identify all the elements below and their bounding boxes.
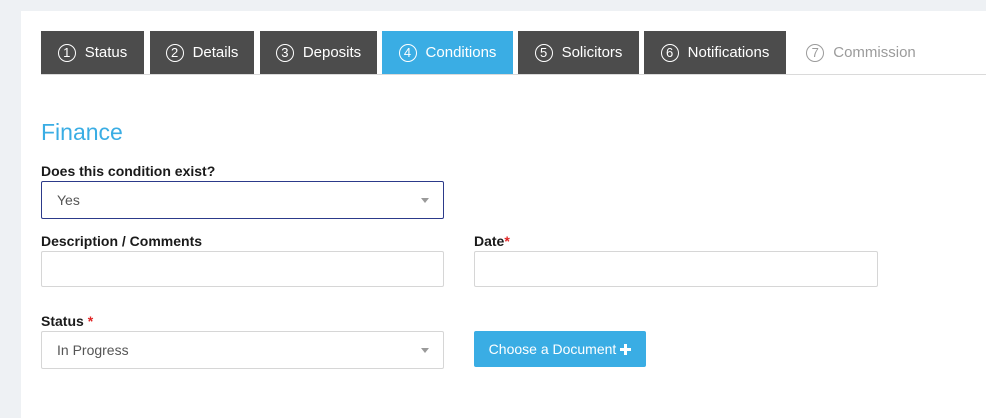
choose-document-button[interactable]: Choose a Document bbox=[474, 331, 646, 367]
tab-commission[interactable]: 7 Commission bbox=[791, 31, 931, 74]
tab-notifications[interactable]: 6 Notifications bbox=[644, 31, 786, 74]
status-label-text: Status bbox=[41, 313, 84, 329]
condition-exists-label: Does this condition exist? bbox=[41, 163, 215, 179]
condition-exists-label-text: Does this condition exist? bbox=[41, 163, 216, 179]
step-tabs: 1 Status 2 Details 3 Deposits 4 Conditio… bbox=[41, 31, 986, 75]
tab-label: Solicitors bbox=[561, 44, 623, 61]
chevron-down-icon bbox=[421, 348, 429, 353]
tab-conditions[interactable]: 4 Conditions bbox=[382, 31, 513, 74]
description-input[interactable] bbox=[41, 251, 444, 287]
status-select[interactable]: In Progress bbox=[41, 331, 444, 369]
step-number-icon: 7 bbox=[806, 43, 825, 62]
tab-label: Details bbox=[192, 44, 239, 61]
choose-document-label: Choose a Document bbox=[488, 341, 617, 357]
status-value: In Progress bbox=[57, 342, 129, 358]
step-number-icon: 2 bbox=[165, 43, 184, 62]
tab-deposits[interactable]: 3 Deposits bbox=[260, 31, 377, 74]
required-marker: * bbox=[87, 313, 94, 329]
condition-exists-select[interactable]: Yes bbox=[41, 181, 444, 219]
tab-label: Notifications bbox=[687, 44, 770, 61]
tab-label: Conditions bbox=[425, 44, 497, 61]
step-number-icon: 5 bbox=[534, 43, 553, 62]
date-label: Date* bbox=[474, 233, 510, 249]
tab-status[interactable]: 1 Status bbox=[41, 31, 144, 74]
tab-details[interactable]: 2 Details bbox=[150, 31, 254, 74]
step-number-icon: 1 bbox=[57, 43, 76, 62]
tab-label: Status bbox=[84, 44, 128, 61]
section-title: Finance bbox=[41, 119, 123, 145]
chevron-down-icon bbox=[421, 198, 429, 203]
date-input[interactable] bbox=[474, 251, 878, 287]
date-label-text: Date bbox=[474, 233, 505, 249]
step-number-icon: 3 bbox=[275, 43, 294, 62]
required-marker: * bbox=[504, 233, 510, 249]
step-number-icon: 4 bbox=[398, 43, 417, 62]
tab-label: Commission bbox=[833, 44, 916, 61]
description-label: Description / Comments bbox=[41, 233, 202, 249]
tab-label: Deposits bbox=[302, 44, 362, 61]
condition-exists-value: Yes bbox=[57, 192, 80, 208]
plus-icon bbox=[620, 343, 632, 355]
status-label: Status * bbox=[41, 313, 93, 329]
step-number-icon: 6 bbox=[660, 43, 679, 62]
tab-solicitors[interactable]: 5 Solicitors bbox=[518, 31, 639, 74]
description-label-text: Description / Comments bbox=[41, 233, 203, 249]
form-panel: 1 Status 2 Details 3 Deposits 4 Conditio… bbox=[21, 11, 986, 418]
